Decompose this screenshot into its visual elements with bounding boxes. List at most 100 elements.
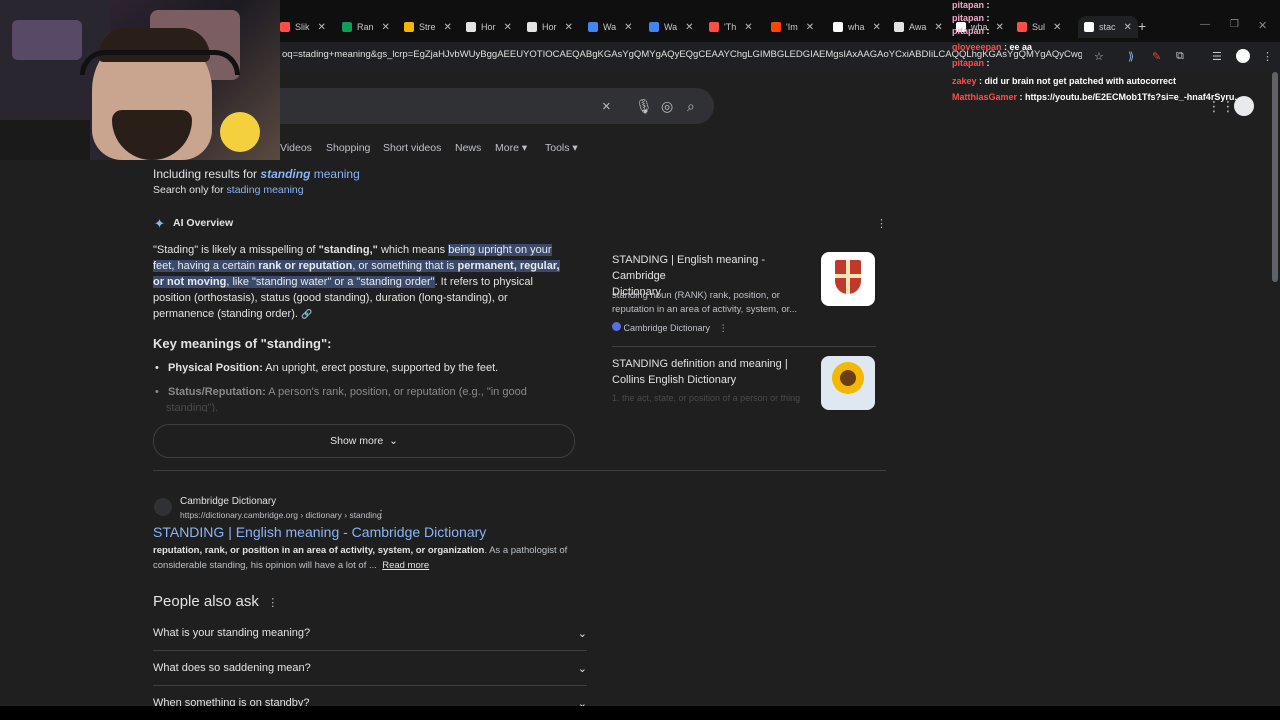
tab-favicon-icon (466, 22, 476, 32)
tab-label: Ran (357, 22, 374, 32)
lens-icon[interactable]: ◎ (661, 98, 673, 115)
browser-tab[interactable]: Sul ✕ (1017, 18, 1061, 36)
browser-tab[interactable]: Hor ✕ (527, 18, 573, 36)
cambridge-favicon-icon (612, 322, 621, 331)
tab-label: Stre (419, 22, 436, 32)
search-icon[interactable]: ⌕ (687, 98, 695, 115)
browser-tab[interactable]: 'Th ✕ (709, 18, 753, 36)
card1-source: Cambridge Dictionary (623, 323, 711, 333)
mic-icon[interactable]: 🎙 (635, 98, 653, 115)
scrollbar-thumb[interactable] (1272, 72, 1278, 282)
tab-close-icon[interactable]: ✕ (318, 22, 326, 33)
chat-text: : ee aa (1004, 42, 1033, 52)
card-divider (612, 346, 876, 347)
browser-tab[interactable]: stac ✕ (1078, 16, 1138, 38)
tab-close-icon[interactable]: ✕ (1053, 22, 1061, 33)
profile-icon[interactable] (1236, 49, 1250, 63)
tab-close-icon[interactable]: ✕ (624, 22, 632, 33)
filter-news[interactable]: News (455, 142, 481, 154)
tab-favicon-icon (894, 22, 904, 32)
paa-question-text: What is your standing meaning? (153, 627, 311, 639)
ai-text-5: permanence (standing order). (153, 308, 298, 320)
tab-close-icon[interactable]: ✕ (685, 22, 693, 33)
tab-close-icon[interactable]: ✕ (1124, 22, 1132, 33)
result1-title-link[interactable]: STANDING | English meaning - Cambridge D… (153, 524, 486, 540)
chat-message: MatthiasGamer : https://youtu.be/E2ECMob… (952, 92, 1242, 102)
paa-question-2[interactable]: What does so saddening mean? ⌄ (153, 651, 587, 686)
browser-tab[interactable]: Slik ✕ (280, 18, 326, 36)
chat-text: : did ur brain not get patched with auto… (979, 76, 1177, 86)
tab-close-icon[interactable]: ✕ (996, 22, 1004, 33)
source-card-collins[interactable]: STANDING definition and meaning | Collin… (604, 356, 880, 410)
chat-message: gloveeepan : ee aa (952, 42, 1032, 52)
filter-short-videos[interactable]: Short videos (383, 142, 441, 154)
adblock-icon[interactable]: ✎ (1152, 50, 1164, 63)
minimize-button[interactable]: — (1200, 19, 1210, 30)
tab-close-icon[interactable]: ✕ (806, 22, 814, 33)
result1-more-icon[interactable]: ⋮ (376, 509, 386, 520)
result1-snippet-tail: . As a pathologist of (484, 545, 568, 556)
result1-snippet: reputation, rank, or position in an area… (153, 545, 567, 556)
tab-close-icon[interactable]: ✕ (504, 22, 512, 33)
tab-label: 'Im (786, 22, 798, 32)
search-only-link[interactable]: stading meaning (227, 184, 304, 196)
clear-search-icon[interactable]: × (602, 98, 611, 115)
tab-close-icon[interactable]: ✕ (444, 22, 452, 33)
tab-label: Wa (603, 22, 617, 32)
chat-message: pitapan : (952, 13, 990, 23)
browser-tab[interactable]: Hor ✕ (466, 18, 512, 36)
star-icon[interactable]: ☆ (1094, 50, 1106, 63)
browser-tab[interactable]: Wa ✕ (649, 18, 694, 36)
including-suffix[interactable]: meaning (314, 167, 360, 181)
new-tab-button[interactable]: + (1138, 18, 1146, 34)
browser-tab[interactable]: Awa ✕ (894, 18, 943, 36)
ai-highlight-2c: , or something that is (352, 260, 458, 272)
tab-close-icon[interactable]: ✕ (565, 22, 573, 33)
browser-tab[interactable]: wha ✕ (833, 18, 881, 36)
maximize-button[interactable]: ❐ (1230, 19, 1239, 30)
tab-close-icon[interactable]: ✕ (934, 22, 942, 33)
tab-close-icon[interactable]: ✕ (873, 22, 881, 33)
browser-tab[interactable]: Stre ✕ (404, 18, 452, 36)
browser-tab[interactable]: Wa ✕ (588, 18, 633, 36)
tab-favicon-icon (709, 22, 719, 32)
extension-icon[interactable]: ⟫ (1128, 50, 1140, 63)
link-icon[interactable]: 🔗 (301, 309, 312, 319)
tab-label: 'Th (724, 22, 737, 32)
puzzle-icon[interactable]: ⧉ (1176, 50, 1188, 62)
result1-url[interactable]: https://dictionary.cambridge.org › dicti… (180, 510, 382, 520)
tab-favicon-icon (404, 22, 414, 32)
including-term-link[interactable]: standing (260, 167, 310, 181)
paa-question-1[interactable]: What is your standing meaning? ⌄ (153, 616, 587, 651)
filter-videos[interactable]: Videos (280, 142, 312, 154)
sidebar-icon[interactable]: ☰ (1212, 50, 1224, 63)
filter-shopping[interactable]: Shopping (326, 142, 370, 154)
chat-username: pitapan (952, 13, 985, 23)
ai-highlight-3b: , like "standing water" or a "standing o… (226, 276, 435, 288)
sunflower-image-icon (821, 356, 875, 410)
tab-close-icon[interactable]: ✕ (382, 22, 390, 33)
bullet-1-text: An upright, erect posture, supported by … (262, 362, 499, 374)
show-more-button[interactable]: Show more ⌄ (153, 424, 575, 458)
filter-more[interactable]: More ▾ (495, 142, 527, 154)
tab-favicon-icon (1084, 22, 1094, 32)
filter-tools[interactable]: Tools ▾ (545, 142, 578, 154)
menu-icon[interactable]: ⋮ (1262, 50, 1274, 63)
ai-more-icon[interactable]: ⋮ (876, 217, 887, 230)
including-results: Including results for standing meaning (153, 167, 360, 181)
ai-highlight-3a: or not moving (153, 276, 227, 288)
read-more-link[interactable]: Read more (382, 560, 429, 571)
chat-text: : (986, 26, 990, 36)
browser-tab[interactable]: Ran ✕ (342, 18, 390, 36)
show-more-label: Show more (330, 435, 384, 447)
close-window-button[interactable]: ✕ (1258, 19, 1267, 32)
people-also-ask-heading: People also ask ⋮ (153, 593, 278, 610)
search-only-prefix: Search only for (153, 184, 224, 196)
paa-more-icon[interactable]: ⋮ (267, 597, 278, 609)
card2-title-1: STANDING definition and meaning | (612, 358, 788, 370)
card1-snippet-1: standing noun (RANK) rank, position, or (612, 290, 780, 301)
card1-more-icon[interactable]: ⋮ (719, 323, 728, 333)
browser-tab[interactable]: 'Im ✕ (771, 18, 814, 36)
tab-close-icon[interactable]: ✕ (744, 22, 752, 33)
chat-username: zakey (952, 76, 977, 86)
